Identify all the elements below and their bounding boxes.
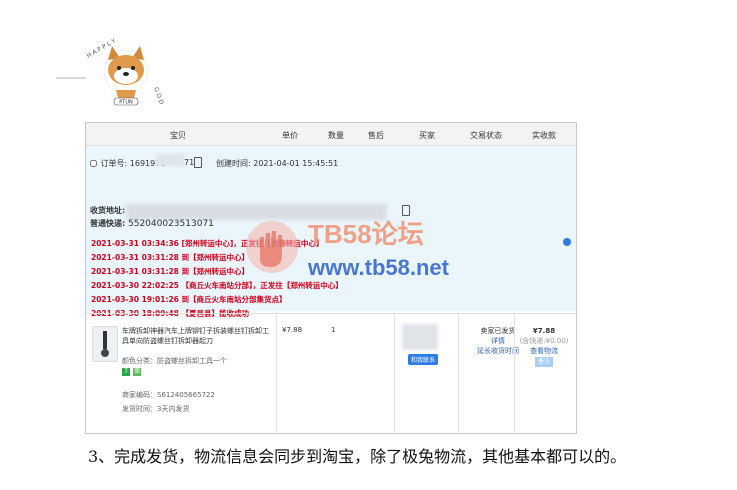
header-status: 交易状态 <box>470 131 502 140</box>
express-info: 普通快递: 552040023513071 <box>90 218 214 229</box>
watermark: TB58论坛 www.tb58.net <box>246 211 486 295</box>
header-paid: 实收款 <box>532 131 556 140</box>
ship-time: 发货时间：3天内发货 <box>122 405 190 413</box>
col-divider <box>276 314 277 432</box>
express-label: 普通快递: <box>90 219 126 228</box>
header-item: 宝贝 <box>170 131 186 140</box>
tracking-line: 2021-03-31 03:31:28 到【郑州转运中心】 <box>91 267 250 276</box>
quantity: 1 <box>331 326 336 334</box>
table-header: 宝贝 单价 数量 售后 买家 交易状态 实收款 <box>86 123 576 146</box>
col-divider <box>458 314 459 432</box>
payment-info: ¥7.88 (含快递:¥0.00) 查看物流 备注 <box>514 326 574 367</box>
header-after-sale: 售后 <box>368 131 384 140</box>
tracking-line: 2021-03-31 03:31:28 到【郑州转运中心】 <box>91 253 250 262</box>
redacted-buyer <box>402 324 438 350</box>
order-item-row: 车牌拆卸神器汽车上牌铆钉子拆装螺丝钉拆卸工具单向防盗螺丝钉拆卸器起刀 颜色分类：… <box>86 313 576 432</box>
address-label: 收货地址: <box>90 206 126 215</box>
product-thumbnail[interactable] <box>92 326 118 362</box>
watermark-url: www.tb58.net <box>307 255 450 280</box>
tracking-line: 2021-03-30 19:01:26 到【商丘火车南站分部集货点】 <box>91 295 287 304</box>
total-paid: ¥7.88 <box>532 327 556 335</box>
logo-badge-text: PTUN <box>119 100 133 106</box>
header-buyer: 买家 <box>419 131 435 140</box>
view-logistics-link[interactable]: 查看物流 <box>514 346 574 356</box>
header-unit-price: 单价 <box>282 131 298 140</box>
remark-button[interactable]: 备注 <box>534 357 553 367</box>
order-number[interactable]: 订单号: 1691976 <box>90 158 165 169</box>
copy-icon[interactable] <box>194 157 202 168</box>
service-badge-icon: 7 <box>122 368 130 376</box>
watermark-title: TB58论坛 <box>308 219 424 249</box>
product-color-prop: 颜色分类：防盗螺丝拆卸工具一个 <box>122 357 227 365</box>
redacted-order-no <box>156 154 184 166</box>
happy-dog-logo: PTUN H A P P L Y G O D <box>54 37 174 118</box>
caption-paragraph: 3、完成发货，物流信息会同步到淘宝，除了极兔物流，其他基本都可以的。 <box>88 447 627 466</box>
svg-text:G O D: G O D <box>152 86 165 105</box>
order-number-suffix: 71 <box>184 158 195 167</box>
col-divider <box>394 314 395 432</box>
contact-buyer-button[interactable]: 和我联系 <box>408 354 439 365</box>
created-time: 创建时间: 2021-04-01 15:45:51 <box>216 159 339 168</box>
header-qty: 数量 <box>328 131 344 140</box>
merchant-code: 商家编码：S612405665722 <box>122 391 215 399</box>
guarantee-badge-icon: 保 <box>133 368 141 376</box>
product-name[interactable]: 车牌拆卸神器汽车上牌铆钉子拆装螺丝钉拆卸工具单向防盗螺丝钉拆卸器起刀 <box>122 326 270 346</box>
collapse-toggle-icon[interactable] <box>563 238 571 246</box>
order-screenshot: 宝贝 单价 数量 售后 买家 交易状态 实收款 订单号: 1691976 71 … <box>85 122 577 434</box>
express-number: 552040023513071 <box>128 219 214 229</box>
order-checkbox[interactable] <box>90 160 97 167</box>
unit-price: ¥7.88 <box>282 326 303 334</box>
shipping-fee: (含快递:¥0.00) <box>519 337 569 345</box>
